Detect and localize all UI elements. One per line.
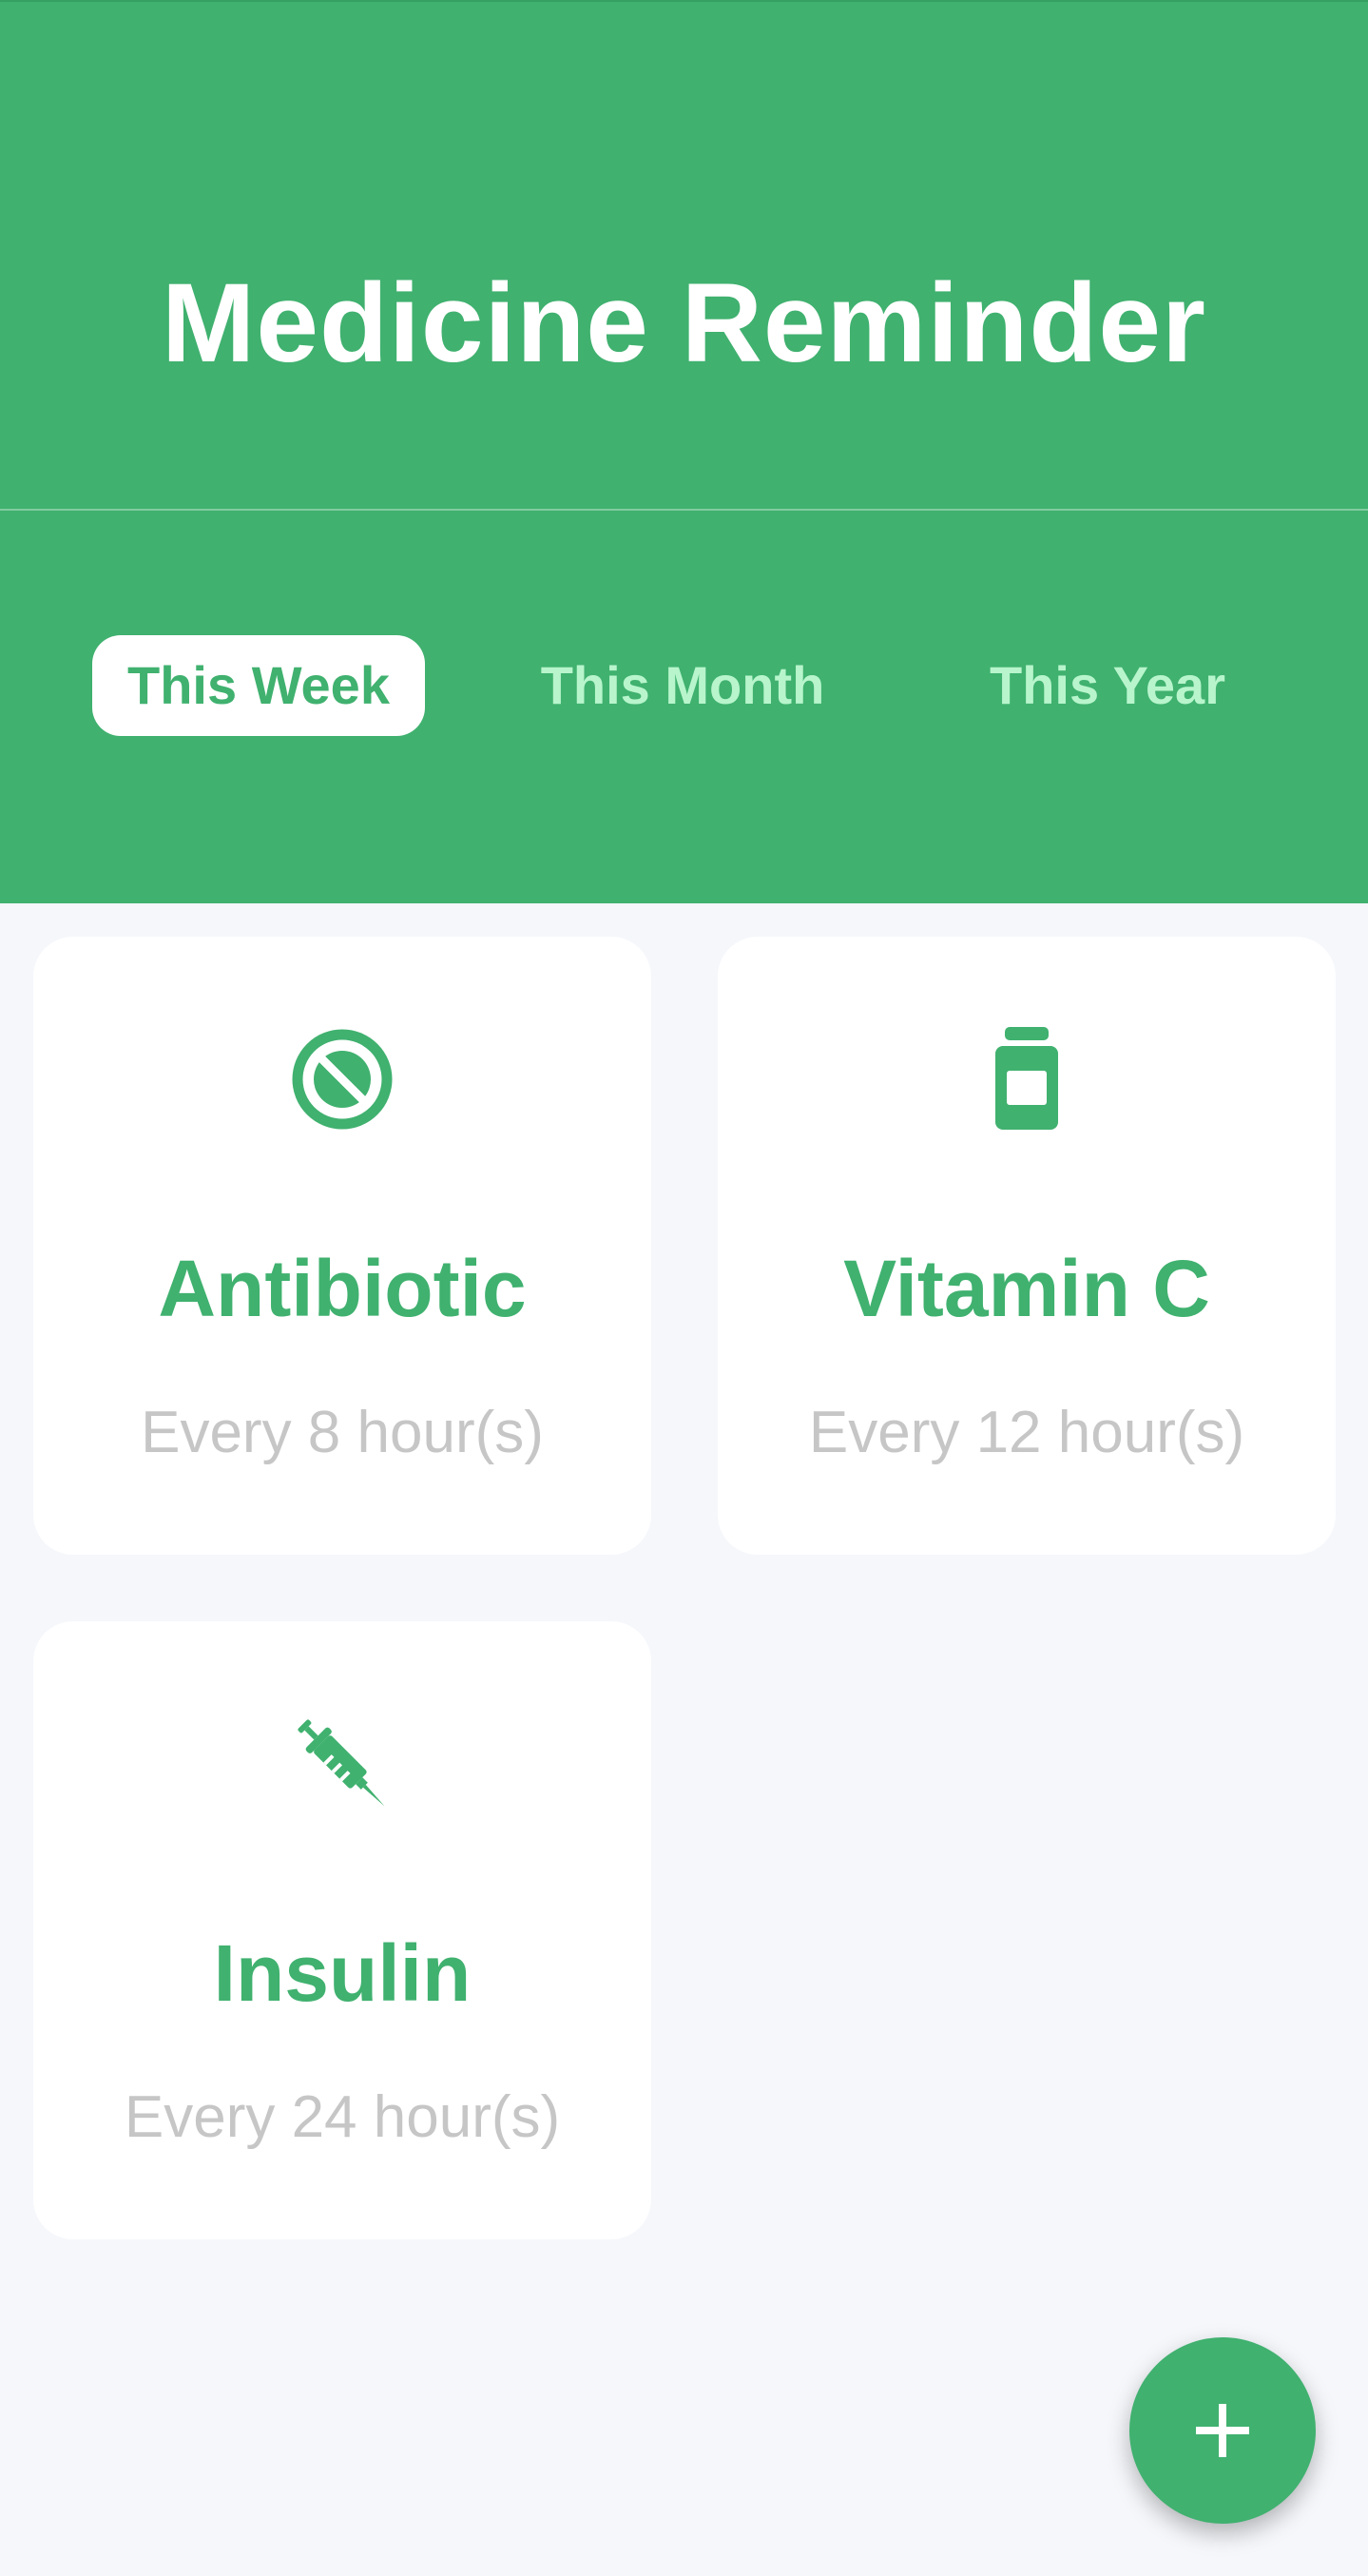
medicine-frequency: Every 24 hour(s) (124, 2084, 561, 2150)
medicine-name: Vitamin C (843, 1244, 1210, 1333)
status-strip (0, 0, 1368, 2)
tab-this-year[interactable]: This Year (951, 635, 1264, 736)
app-header: Medicine Reminder This Week This Month T… (0, 0, 1368, 903)
medicine-card-antibiotic[interactable]: Antibiotic Every 8 hour(s) (33, 937, 651, 1555)
tablet-icon (290, 1027, 395, 1132)
plus-icon (1196, 2404, 1249, 2457)
page-title: Medicine Reminder (162, 261, 1206, 386)
pill-bottle-icon (974, 1027, 1079, 1132)
tab-this-week[interactable]: This Week (92, 635, 425, 736)
medicine-name: Antibiotic (158, 1244, 527, 1333)
medicine-frequency: Every 8 hour(s) (141, 1400, 544, 1465)
syringe-icon (290, 1712, 395, 1816)
medicine-frequency: Every 12 hour(s) (808, 1400, 1245, 1465)
medicine-card-vitamin-c[interactable]: Vitamin C Every 12 hour(s) (718, 937, 1336, 1555)
tab-this-month[interactable]: This Month (502, 635, 863, 736)
header-divider (0, 509, 1368, 511)
medicine-card-insulin[interactable]: Insulin Every 24 hour(s) (33, 1621, 651, 2239)
add-medicine-button[interactable] (1129, 2337, 1316, 2524)
medicine-name: Insulin (213, 1928, 472, 2018)
